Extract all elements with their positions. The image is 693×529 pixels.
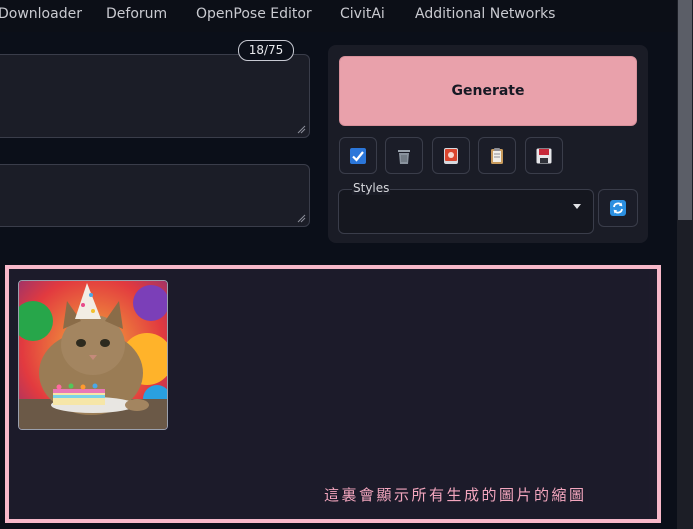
- refresh-icon: [610, 200, 626, 216]
- gallery-thumbnail[interactable]: [18, 280, 168, 430]
- refresh-styles-button[interactable]: [598, 189, 638, 227]
- styles-label: Styles: [352, 181, 391, 195]
- tab-civitai[interactable]: CivitAi: [340, 6, 385, 22]
- style-apply-icon: [444, 147, 458, 164]
- trash-icon: [398, 149, 410, 164]
- tab-additional-networks[interactable]: Additional Networks: [415, 6, 555, 22]
- resize-grip-icon[interactable]: [297, 125, 306, 134]
- tab-bar: Downloader Deforum OpenPose Editor Civit…: [0, 0, 693, 32]
- tool-button-style-apply[interactable]: [432, 137, 470, 174]
- scrollbar-thumb[interactable]: [678, 0, 692, 220]
- save-icon: [536, 148, 552, 163]
- tool-button-save[interactable]: [525, 137, 563, 174]
- tab-downloader[interactable]: Downloader: [0, 6, 82, 22]
- tool-button-checkbox[interactable]: [339, 137, 377, 174]
- chevron-down-icon: [573, 204, 581, 209]
- tool-button-paste[interactable]: [478, 137, 516, 174]
- tool-button-trash[interactable]: [385, 137, 423, 174]
- tab-openpose-editor[interactable]: OpenPose Editor: [196, 6, 312, 22]
- generate-button[interactable]: Generate: [339, 56, 637, 126]
- cat-birthday-image: [19, 281, 167, 429]
- gallery-placeholder-caption: 這裏會顯示所有生成的圖片的縮圖: [324, 486, 587, 504]
- positive-prompt-input[interactable]: [0, 54, 310, 138]
- resize-grip-icon[interactable]: [297, 214, 306, 223]
- negative-prompt-input[interactable]: [0, 164, 310, 227]
- checkbox-icon: [350, 147, 366, 164]
- tab-deforum[interactable]: Deforum: [106, 6, 167, 22]
- styles-dropdown[interactable]: Styles: [338, 181, 594, 234]
- clipboard-icon: [491, 147, 503, 164]
- token-counter: 18/75: [238, 40, 294, 61]
